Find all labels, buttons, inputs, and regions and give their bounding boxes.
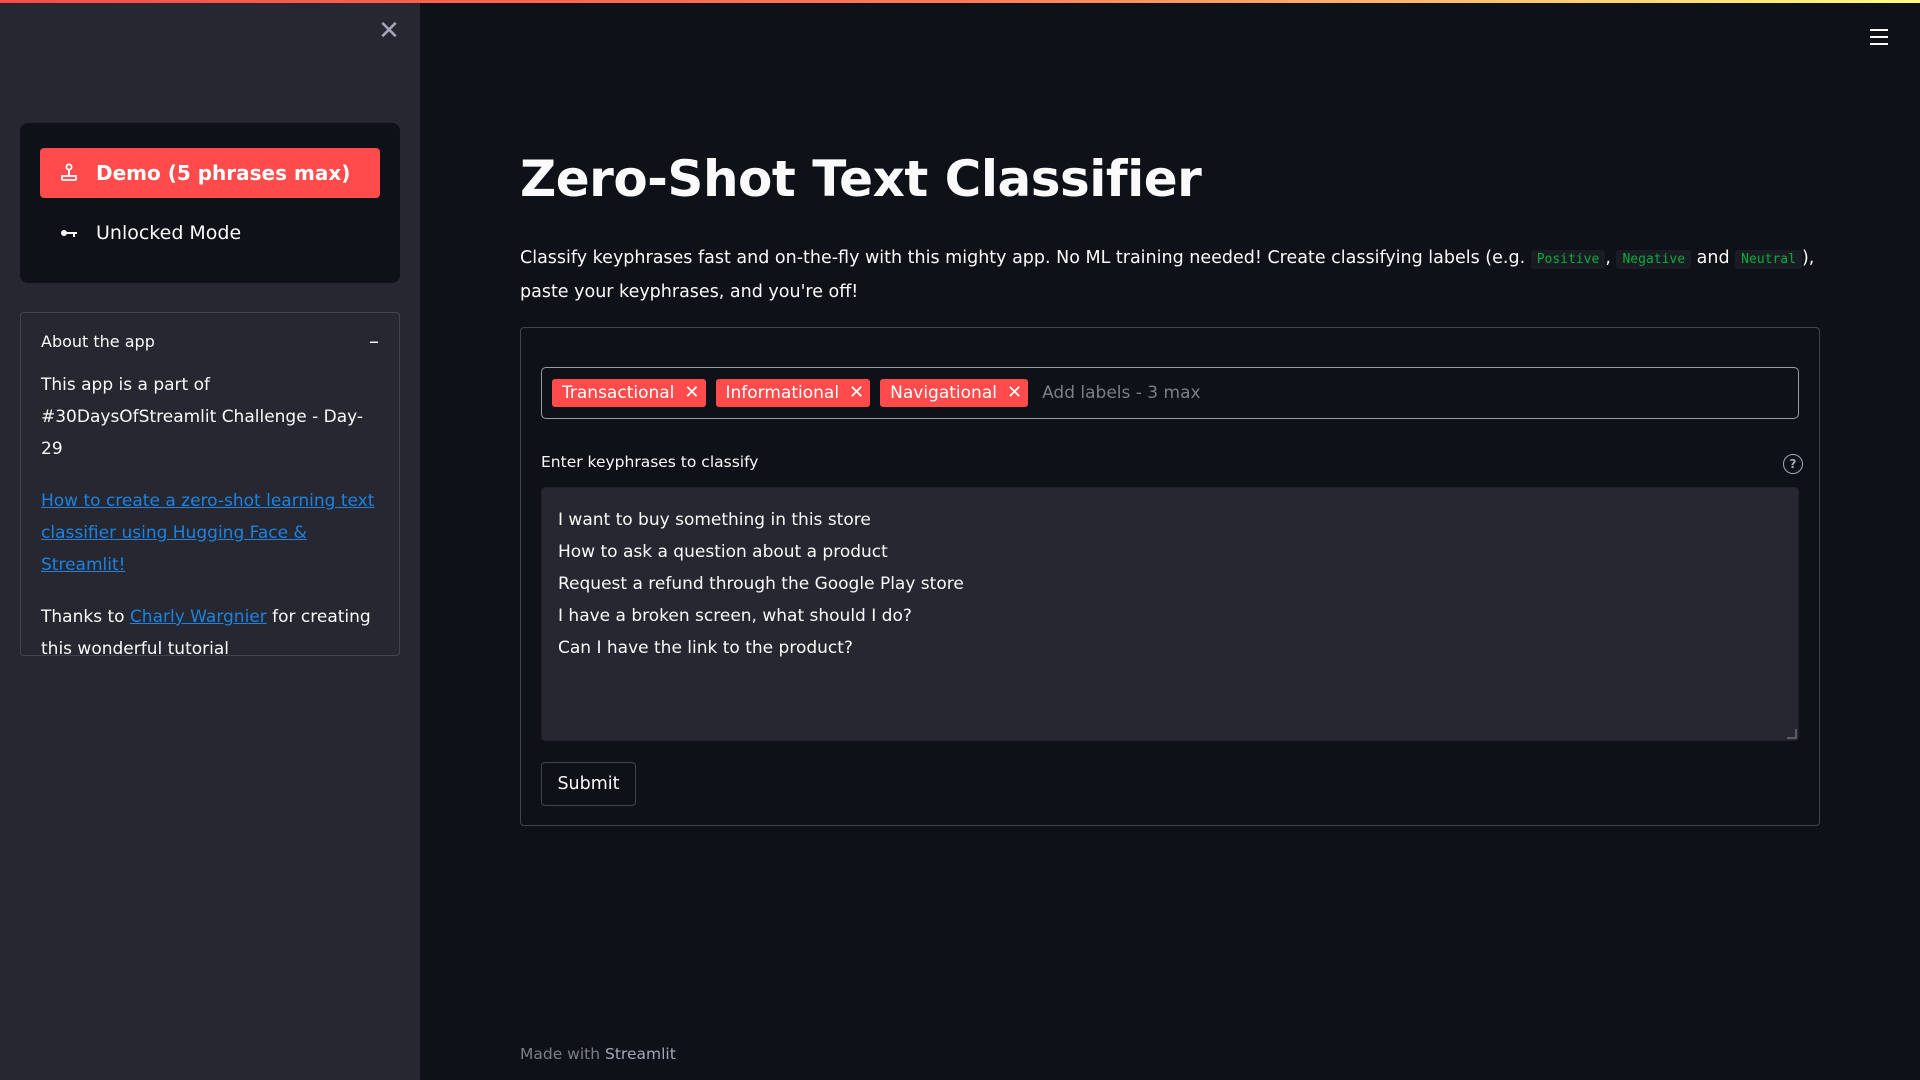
- code-neutral: Neutral: [1735, 250, 1802, 269]
- label-tag: Navigational ✕: [880, 379, 1029, 407]
- tutorial-link[interactable]: How to create a zero-shot learning text …: [41, 491, 374, 575]
- intro-text: Classify keyphrases fast and on-the-fly …: [520, 248, 1815, 302]
- remove-tag-icon[interactable]: ✕: [684, 384, 699, 402]
- about-text: This app is a part of #30DaysOfStreamlit…: [41, 375, 364, 459]
- remove-tag-icon[interactable]: ✕: [1007, 384, 1022, 402]
- streamlit-link[interactable]: Streamlit: [605, 1045, 676, 1063]
- close-icon: ✕: [378, 16, 400, 46]
- joystick-icon: [58, 162, 80, 184]
- mode-selector: Demo (5 phrases max) Unlocked Mode: [20, 123, 400, 283]
- help-icon[interactable]: ?: [1783, 454, 1803, 474]
- thanks-text: Thanks to Charly Wargnier for creating t…: [41, 607, 371, 659]
- about-expander: About the app – This app is a part of #3…: [20, 312, 400, 659]
- key-icon: [58, 222, 80, 244]
- page-title: Zero-Shot Text Classifier: [520, 150, 1202, 208]
- code-negative: Negative: [1616, 250, 1692, 269]
- classifier-form: Transactional ✕ Informational ✕ Navigation…: [520, 327, 1820, 826]
- keyphrases-textarea[interactable]: I want to buy something in this store Ho…: [541, 487, 1799, 741]
- close-sidebar-button[interactable]: ✕: [374, 16, 404, 46]
- main-content: Zero-Shot Text Classifier Classify keyph…: [520, 0, 1820, 1080]
- author-link[interactable]: Charly Wargnier: [130, 607, 267, 627]
- add-labels-input[interactable]: [1038, 383, 1798, 403]
- submit-button[interactable]: Submit: [541, 762, 636, 806]
- hamburger-menu-icon[interactable]: [1864, 22, 1894, 52]
- resize-handle-icon[interactable]: [1787, 729, 1797, 739]
- collapse-icon: –: [369, 329, 379, 353]
- mode-option-demo[interactable]: Demo (5 phrases max): [40, 148, 380, 198]
- mode-option-unlocked[interactable]: Unlocked Mode: [40, 208, 380, 258]
- mode-option-unlocked-label: Unlocked Mode: [96, 222, 242, 244]
- footer: Made with Streamlit: [520, 1045, 676, 1063]
- textarea-label: Enter keyphrases to classify: [541, 453, 759, 471]
- about-expander-header[interactable]: About the app –: [21, 313, 399, 369]
- about-body: This app is a part of #30DaysOfStreamlit…: [21, 369, 399, 665]
- labels-tag-input[interactable]: Transactional ✕ Informational ✕ Navigation…: [541, 367, 1799, 419]
- code-positive: Positive: [1530, 250, 1606, 269]
- sidebar: ✕ Demo (5 phrases max) Unlocked Mode Abo…: [0, 0, 420, 1080]
- label-tag: Transactional ✕: [552, 379, 706, 407]
- about-title: About the app: [41, 331, 155, 351]
- remove-tag-icon[interactable]: ✕: [849, 384, 864, 402]
- top-decoration-stripe: [0, 0, 1920, 3]
- label-tag: Informational ✕: [715, 379, 871, 407]
- mode-option-demo-label: Demo (5 phrases max): [96, 161, 351, 185]
